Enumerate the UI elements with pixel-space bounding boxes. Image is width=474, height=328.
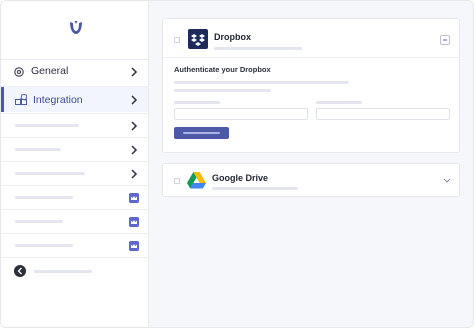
- crown-icon: [129, 241, 139, 251]
- crown-icon: [129, 193, 139, 203]
- field-label: [316, 101, 362, 104]
- google-drive-icon: [187, 172, 206, 189]
- sidebar-item[interactable]: [1, 137, 148, 161]
- integration-card-dropbox: Dropbox Authenticate your Dropbox: [162, 18, 460, 153]
- select-checkbox[interactable]: [174, 178, 180, 184]
- sidebar-item-premium[interactable]: [1, 233, 148, 257]
- sidebar-item-premium[interactable]: [1, 185, 148, 209]
- sidebar-item-label: Integration: [33, 94, 83, 106]
- integration-card-google-drive[interactable]: Google Drive: [162, 163, 460, 197]
- gear-icon: [14, 67, 24, 77]
- placeholder-text: [15, 196, 73, 199]
- placeholder-text: [214, 47, 302, 50]
- crown-icon: [129, 217, 139, 227]
- chevron-right-icon: [131, 121, 138, 131]
- placeholder-text: [174, 89, 271, 92]
- sidebar-item[interactable]: [1, 161, 148, 185]
- collapse-button[interactable]: [440, 35, 450, 45]
- app-window: General Integration Dropbox Authenticate…: [0, 0, 474, 328]
- dropbox-key-input[interactable]: [174, 108, 308, 120]
- collapse-sidebar-button[interactable]: [14, 265, 26, 277]
- sidebar-item-general[interactable]: General: [1, 59, 148, 83]
- placeholder-text: [212, 187, 298, 190]
- placeholder-text: [34, 270, 92, 273]
- chevron-right-icon: [131, 95, 138, 105]
- divider: [163, 57, 459, 58]
- integration-name: Google Drive: [212, 173, 269, 183]
- divider: [1, 257, 148, 258]
- chevron-down-icon[interactable]: [443, 178, 451, 184]
- button-label-placeholder: [183, 132, 220, 134]
- dropbox-secret-input[interactable]: [316, 108, 450, 120]
- integration-icon: [15, 94, 27, 105]
- placeholder-text: [15, 244, 73, 247]
- sidebar-item-premium[interactable]: [1, 209, 148, 233]
- sidebar-item[interactable]: [1, 113, 148, 137]
- chevron-right-icon: [131, 67, 138, 77]
- select-checkbox[interactable]: [174, 37, 180, 43]
- chevron-right-icon: [131, 169, 138, 179]
- placeholder-text: [15, 220, 63, 223]
- placeholder-text: [174, 81, 349, 84]
- placeholder-text: [15, 124, 79, 127]
- dropbox-icon: [188, 29, 208, 49]
- chevron-right-icon: [131, 145, 138, 155]
- placeholder-text: [15, 148, 61, 151]
- sidebar: General Integration: [1, 1, 149, 327]
- placeholder-text: [15, 172, 85, 175]
- minus-icon: [443, 39, 447, 41]
- app-logo: [64, 15, 88, 39]
- sidebar-item-integration[interactable]: Integration: [1, 86, 148, 112]
- sidebar-item-label: General: [31, 65, 69, 77]
- section-heading: Authenticate your Dropbox: [174, 65, 271, 74]
- main-content: Dropbox Authenticate your Dropbox Google…: [149, 1, 473, 327]
- integration-name: Dropbox: [214, 32, 251, 42]
- chevron-left-icon: [17, 267, 22, 275]
- field-label: [174, 101, 220, 104]
- authenticate-button[interactable]: [174, 127, 229, 139]
